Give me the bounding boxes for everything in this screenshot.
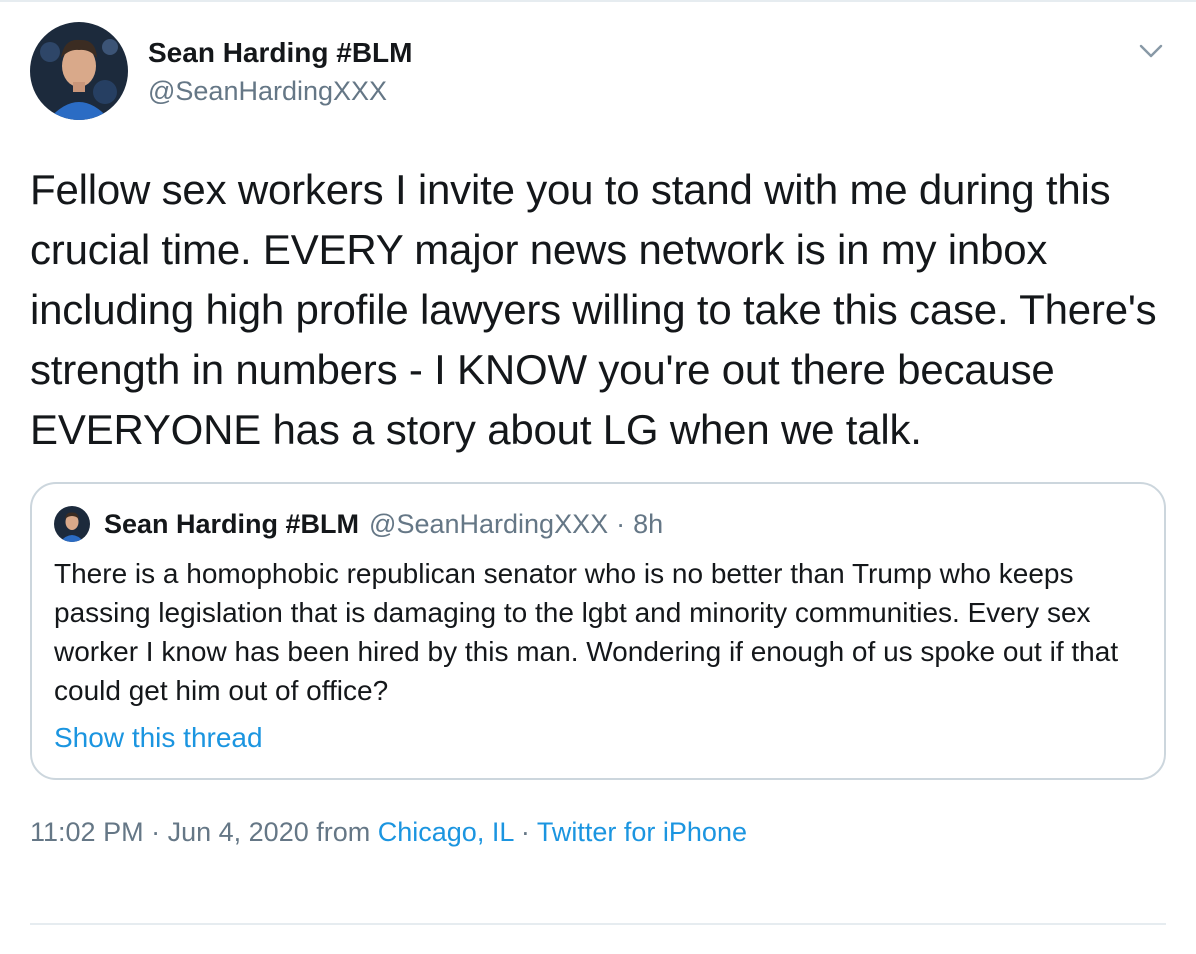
tweet-text: Fellow sex workers I invite you to stand…	[30, 166, 1157, 453]
avatar[interactable]	[30, 22, 128, 120]
display-name[interactable]: Sean Harding #BLM	[148, 36, 412, 70]
quoted-time: 8h	[633, 508, 664, 539]
handle[interactable]: @SeanHardingXXX	[148, 74, 412, 108]
author-names: Sean Harding #BLM @SeanHardingXXX	[148, 36, 412, 108]
tweet-header: Sean Harding #BLM @SeanHardingXXX	[30, 22, 1166, 122]
from-label: from	[316, 817, 371, 847]
tweet-meta: 11:02 PM · Jun 4, 2020 from Chicago, IL …	[30, 814, 1166, 850]
quoted-tweet[interactable]: Sean Harding #BLM @SeanHardingXXX · 8h T…	[30, 482, 1166, 780]
tweet-time[interactable]: 11:02 PM	[30, 817, 144, 847]
meta-separator: ·	[520, 817, 530, 847]
top-divider	[0, 0, 1196, 2]
quoted-handle: @SeanHardingXXX	[369, 508, 609, 539]
quoted-separator: ·	[616, 508, 626, 539]
quoted-text: There is a homophobic republican senator…	[54, 558, 1119, 706]
show-thread-link[interactable]: Show this thread	[54, 720, 1142, 756]
location-link[interactable]: Chicago, IL	[378, 817, 514, 847]
meta-separator: ·	[151, 817, 161, 847]
quoted-display-name: Sean Harding #BLM	[104, 508, 360, 539]
quoted-avatar	[54, 506, 90, 542]
quoted-tweet-header: Sean Harding #BLM @SeanHardingXXX · 8h	[54, 506, 1142, 542]
bottom-divider	[30, 923, 1166, 925]
source-link[interactable]: Twitter for iPhone	[537, 817, 747, 847]
chevron-down-icon[interactable]	[1136, 36, 1166, 66]
tweet: Sean Harding #BLM @SeanHardingXXX Fellow…	[30, 22, 1166, 850]
tweet-date[interactable]: Jun 4, 2020	[168, 817, 309, 847]
